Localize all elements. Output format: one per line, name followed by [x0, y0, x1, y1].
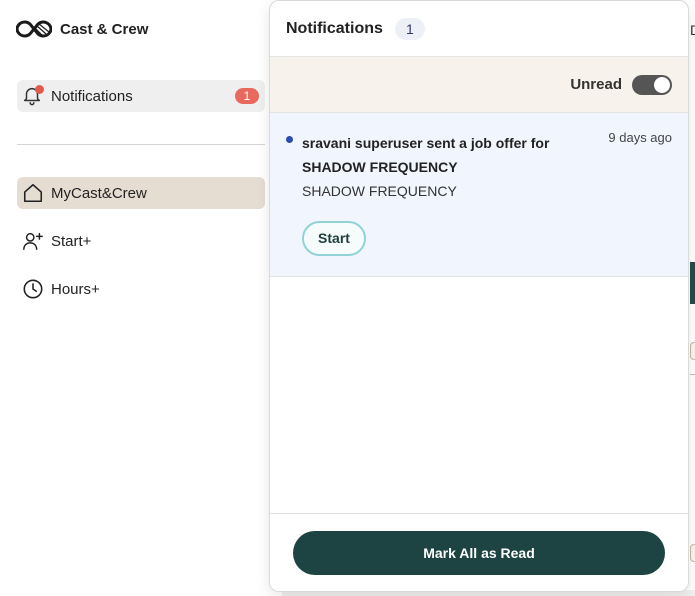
notification-item[interactable]: sravani superuser sent a job offer for S…: [270, 113, 688, 277]
panel-title: Notifications: [286, 19, 383, 37]
notification-subtitle: SHADOW FREQUENCY: [302, 183, 457, 199]
notification-count-badge: 1: [235, 88, 259, 104]
sidebar-item-label: Notifications: [51, 87, 133, 105]
notification-dot: [35, 85, 44, 94]
sidebar: Cast & Crew Notifications 1 MyCast&Crew: [0, 0, 280, 596]
brand[interactable]: Cast & Crew: [16, 18, 148, 40]
notifications-panel: Notifications 1 Unread sravani superuser…: [269, 0, 689, 592]
background-chip: [690, 544, 695, 562]
sidebar-item-start[interactable]: Start+: [17, 225, 265, 257]
background-divider: [690, 374, 695, 375]
panel-header: Notifications 1: [270, 1, 688, 57]
sidebar-item-label: Start+: [51, 232, 92, 250]
unread-indicator-icon: [286, 136, 293, 143]
panel-count-badge: 1: [394, 17, 425, 40]
sidebar-item-hours[interactable]: Hours+: [17, 273, 265, 305]
sidebar-item-label: Hours+: [51, 280, 100, 298]
background-teal-block: [690, 262, 695, 304]
brand-name: Cast & Crew: [60, 20, 149, 38]
clock-icon: [21, 277, 45, 301]
mark-all-read-button[interactable]: Mark All as Read: [293, 530, 665, 575]
home-icon: [21, 181, 45, 205]
sidebar-divider: [17, 144, 265, 145]
sidebar-item-label: MyCast&Crew: [51, 184, 147, 202]
notification-message: sravani superuser sent a job offer for S…: [302, 135, 550, 175]
background-peek-text: D: [690, 22, 695, 38]
notification-time: 9 days ago: [608, 130, 672, 145]
background-chip: [690, 342, 695, 360]
add-user-icon: [21, 229, 45, 253]
unread-filter-label: Unread: [570, 76, 622, 93]
panel-footer: Mark All as Read: [270, 513, 688, 591]
start-button[interactable]: Start: [302, 221, 366, 256]
sidebar-item-notifications[interactable]: Notifications 1: [17, 80, 265, 112]
bell-icon: [21, 84, 45, 108]
filter-bar: Unread: [270, 57, 688, 113]
unread-toggle[interactable]: [632, 74, 672, 95]
sidebar-item-mycastcrew[interactable]: MyCast&Crew: [17, 177, 265, 209]
toggle-knob: [654, 76, 670, 93]
cast-crew-logo-icon: [16, 20, 52, 38]
